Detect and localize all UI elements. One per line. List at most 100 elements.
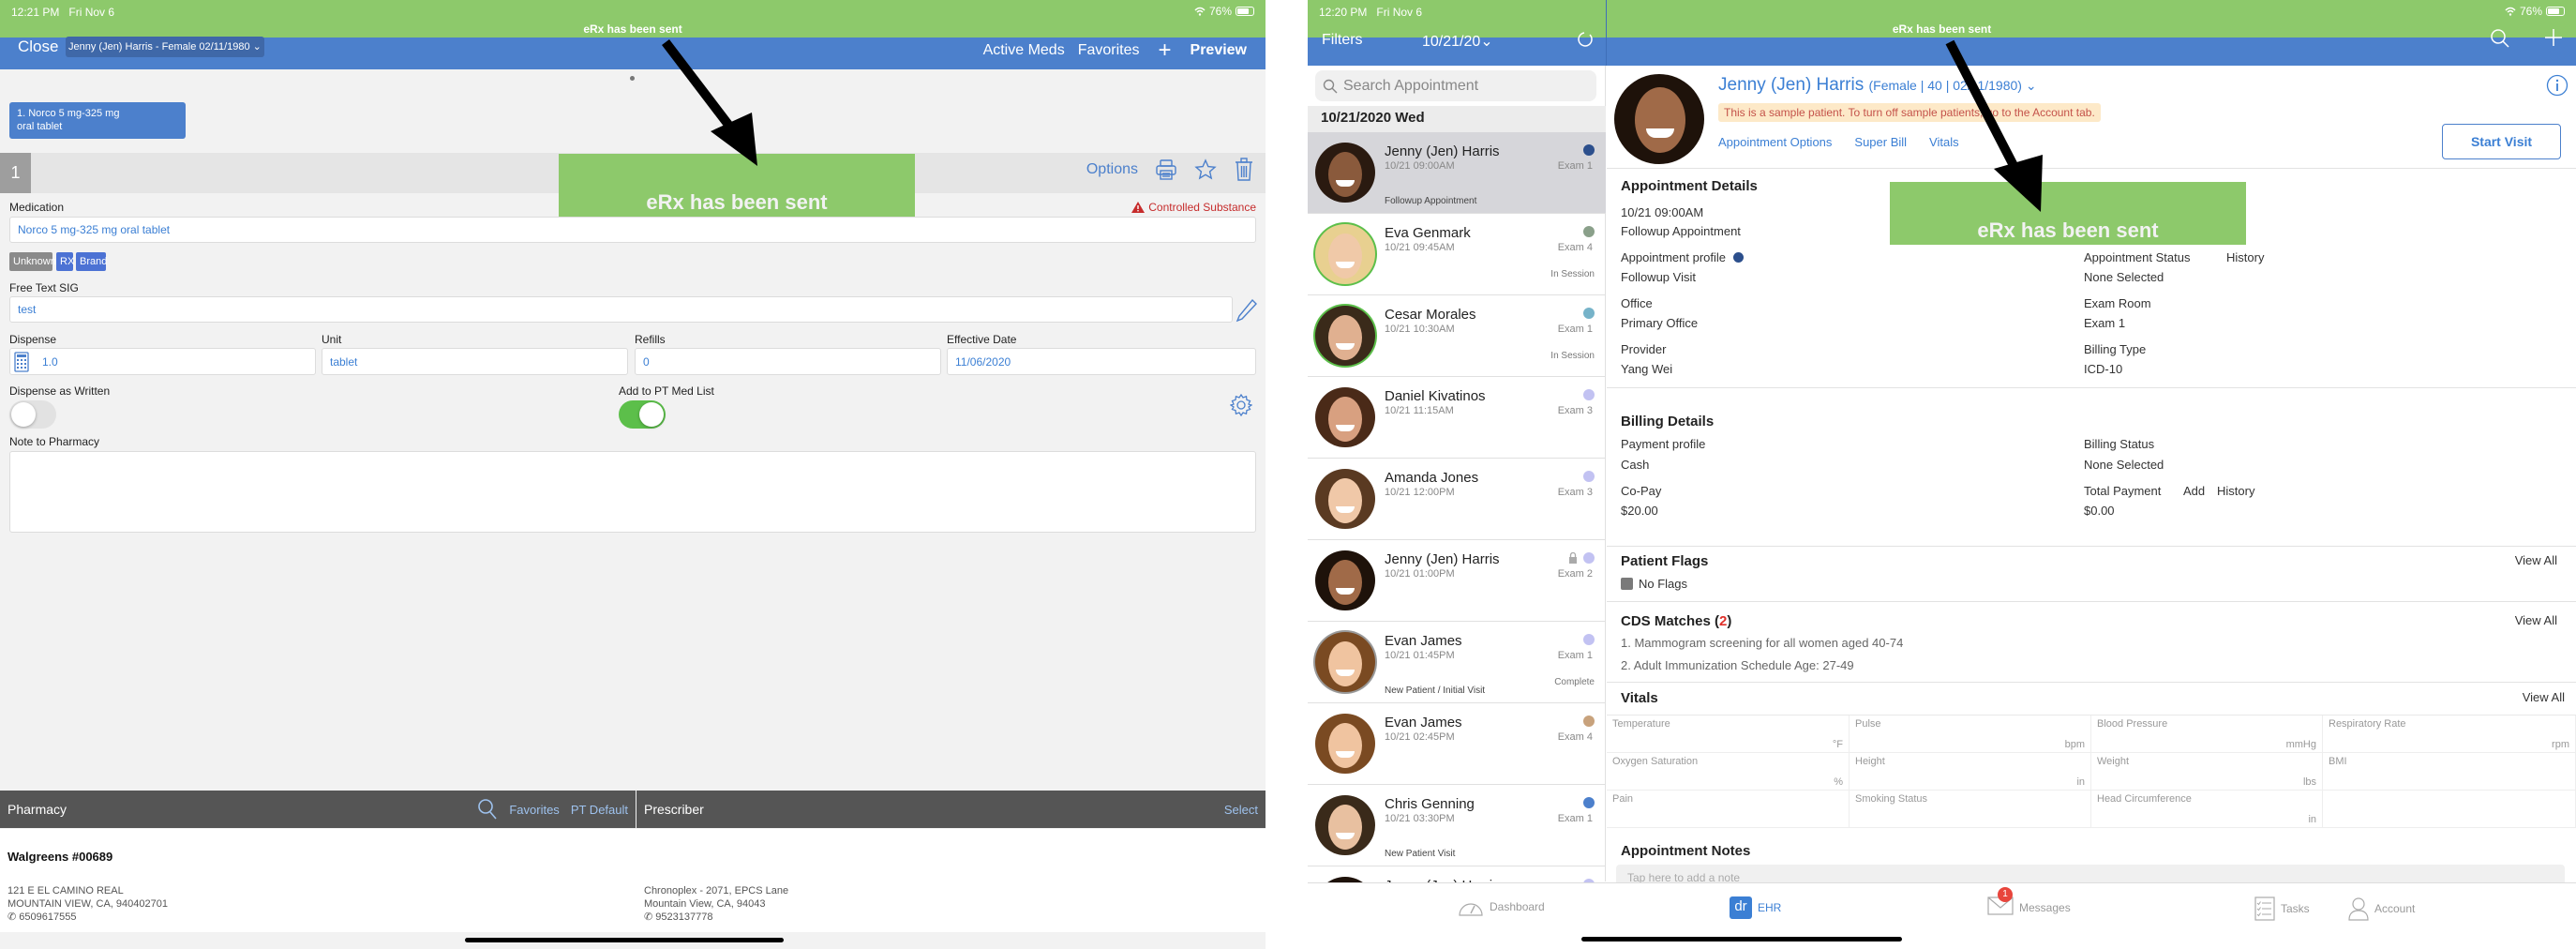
appointment-list-item[interactable]: Daniel Kivatinos 10/21 11:15AM Exam 3 <box>1308 377 1606 459</box>
exam-room-value[interactable]: Exam 1 <box>2084 316 2125 330</box>
tab-messages[interactable]: 1 Messages <box>1987 887 2071 918</box>
appointment-list-item[interactable]: Cesar Morales 10/21 10:30AM Exam 1 In Sessi… <box>1308 295 1606 377</box>
start-visit-button[interactable]: Start Visit <box>2442 124 2561 159</box>
vital-unit: rpm <box>2552 739 2569 750</box>
medication-field[interactable]: Norco 5 mg-325 mg oral tablet <box>9 217 1256 243</box>
star-icon[interactable] <box>1194 158 1217 181</box>
preview-button[interactable]: Preview <box>1191 42 1247 59</box>
appointment-status-value[interactable]: None Selected <box>2084 270 2164 284</box>
search-icon[interactable] <box>2490 28 2510 49</box>
pencil-icon[interactable] <box>1236 298 1258 323</box>
trash-icon[interactable] <box>1234 158 1254 182</box>
payment-profile-value[interactable]: Cash <box>1621 458 1649 472</box>
vital-cell[interactable]: Temperature °F <box>1607 716 1850 753</box>
vital-label: Respiratory Rate <box>2329 718 2406 730</box>
medication-chip[interactable]: 1. Norco 5 mg-325 mg oral tablet <box>9 102 186 139</box>
add-icon[interactable]: + <box>1159 38 1172 64</box>
options-button[interactable]: Options <box>1086 161 1138 178</box>
total-payment-history-link[interactable]: History <box>2217 484 2254 498</box>
appointment-list-item[interactable]: Amanda Jones 10/21 12:00PM Exam 3 <box>1308 459 1606 540</box>
info-icon[interactable] <box>2546 74 2569 97</box>
appointment-patient-name: Chris Genning <box>1385 796 1475 812</box>
note-to-pharmacy-field[interactable] <box>9 451 1256 533</box>
home-indicator[interactable] <box>1581 937 1902 941</box>
rx-actions: Options <box>1086 158 1254 182</box>
calculator-icon[interactable] <box>14 352 29 372</box>
copay-label: Co-Pay <box>1621 484 1662 498</box>
cds-item[interactable]: 2. Adult Immunization Schedule Age: 27-4… <box>1621 658 1854 672</box>
favorites-button[interactable]: Favorites <box>1078 42 1140 59</box>
vital-cell[interactable]: Oxygen Saturation% <box>1607 753 1850 791</box>
active-meds-button[interactable]: Active Meds <box>983 42 1065 59</box>
wifi-icon <box>1194 7 1206 16</box>
vital-cell[interactable]: Respiratory Rate rpm <box>2323 716 2576 753</box>
vitals-view-all-link[interactable]: View All <box>2523 690 2565 704</box>
appointment-status-history-link[interactable]: History <box>2226 250 2264 264</box>
cds-item[interactable]: 1. Mammogram screening for all women age… <box>1621 636 1903 650</box>
office-value[interactable]: Primary Office <box>1621 316 1698 330</box>
ehr-appointments-screen: 12:20 PM Fri Nov 6 eRx has been sent 76%… <box>1308 0 2576 949</box>
date-selector[interactable]: 10/21/20⌄ <box>1422 32 1493 51</box>
status-time: 12:20 PM Fri Nov 6 <box>1319 6 1423 19</box>
vital-label: Oxygen Saturation <box>1612 756 1699 767</box>
lock-icon <box>1569 552 1577 564</box>
appointment-list-item[interactable]: Eva Genmark 10/21 09:45AM Exam 4 In Session <box>1308 214 1606 295</box>
appointment-time: 10/21 03:30PM <box>1385 813 1455 824</box>
add-pt-med-toggle[interactable] <box>619 400 666 429</box>
refresh-icon[interactable] <box>1575 30 1594 49</box>
provider-value[interactable]: Yang Wei <box>1621 362 1672 376</box>
effective-date-field[interactable]: 11/06/2020 <box>947 348 1256 375</box>
vital-unit: bpm <box>2064 739 2085 750</box>
vital-cell[interactable]: Blood Pressure mmHg <box>2091 716 2323 753</box>
sig-field[interactable]: test <box>9 296 1233 323</box>
vital-cell[interactable]: Smoking Status <box>1850 791 2091 828</box>
close-button[interactable]: Close <box>18 38 58 56</box>
dispense-field[interactable]: 1.0 <box>9 348 316 375</box>
appointment-options-link[interactable]: Appointment Options <box>1718 135 1832 149</box>
vital-cell[interactable] <box>2323 791 2576 828</box>
print-icon[interactable] <box>1155 158 1177 181</box>
super-bill-link[interactable]: Super Bill <box>1854 135 1907 149</box>
add-icon[interactable] <box>2544 28 2563 47</box>
pharmacy-title: Pharmacy <box>7 802 67 817</box>
appointment-list-item[interactable]: Evan James 10/21 02:45PM Exam 4 <box>1308 703 1606 785</box>
cds-view-all-link[interactable]: View All <box>2515 613 2557 627</box>
flags-view-all-link[interactable]: View All <box>2515 553 2557 567</box>
tab-account[interactable]: Account <box>2348 896 2415 921</box>
total-payment-add-link[interactable]: Add <box>2183 484 2205 498</box>
appointment-list-item[interactable]: Chris Genning 10/21 03:30PM Exam 1 New Pati… <box>1308 785 1606 866</box>
vital-cell[interactable]: Height in <box>1850 753 2091 791</box>
filters-button[interactable]: Filters <box>1322 32 1363 49</box>
vital-cell[interactable]: BMI <box>2323 753 2576 791</box>
vital-cell[interactable]: Weight lbs <box>2091 753 2323 791</box>
status-bar: 12:20 PM Fri Nov 6 eRx has been sent 76% <box>1308 0 2576 38</box>
prescriber-address: Chronoplex - 2071, EPCS Lane Mountain Vi… <box>644 885 789 923</box>
billing-status-value[interactable]: None Selected <box>2084 458 2164 472</box>
appointment-room: Exam 2 <box>1557 568 1593 580</box>
search-appointment-input[interactable]: Search Appointment <box>1315 70 1596 101</box>
search-icon[interactable] <box>477 798 498 821</box>
patient-selector[interactable]: Jenny (Jen) Harris - Female 02/11/1980 ⌄ <box>66 37 264 57</box>
gear-icon[interactable] <box>1230 394 1252 416</box>
account-icon <box>2348 897 2369 921</box>
home-indicator[interactable] <box>465 938 784 942</box>
appointment-profile-value[interactable]: Followup Visit <box>1621 270 1696 284</box>
appointment-list-item[interactable]: Evan James 10/21 01:45PM Exam 1 Complete New… <box>1308 622 1606 703</box>
phone-icon: ✆ <box>7 911 17 923</box>
vital-cell[interactable]: Pulse bpm <box>1850 716 2091 753</box>
refills-field[interactable]: 0 <box>635 348 941 375</box>
pharmacy-favorites-button[interactable]: Favorites <box>509 803 559 817</box>
note-label: Note to Pharmacy <box>9 435 100 448</box>
daw-toggle[interactable] <box>9 400 56 429</box>
vital-cell[interactable]: Head Circumference in <box>2091 791 2323 828</box>
unit-field[interactable]: tablet <box>322 348 628 375</box>
appointment-list-item[interactable]: Jenny (Jen) Harris 10/21 01:00PM Exam 2 <box>1308 540 1606 622</box>
tab-ehr[interactable]: dr EHR <box>1730 896 1781 919</box>
tab-tasks[interactable]: Tasks <box>2254 896 2310 921</box>
billing-type-value[interactable]: ICD-10 <box>2084 362 2122 376</box>
tab-dashboard[interactable]: Dashboard <box>1458 896 1545 917</box>
vital-cell[interactable]: Pain <box>1607 791 1850 828</box>
appointment-list-item[interactable]: Jenny (Jen) Harris 10/21 09:00AM Exam 1 Fol… <box>1308 132 1606 214</box>
prescriber-select-button[interactable]: Select <box>1224 803 1258 817</box>
pt-default-button[interactable]: PT Default <box>571 803 628 817</box>
